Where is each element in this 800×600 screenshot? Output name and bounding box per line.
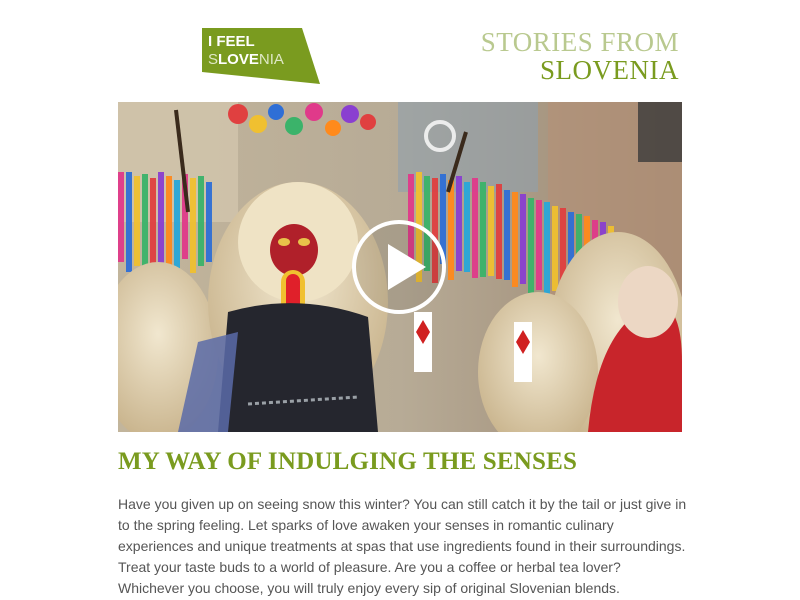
play-button[interactable]: [350, 218, 448, 316]
svg-text:SLOVENIA: SLOVENIA: [208, 51, 284, 68]
logo-line2-part3: NIA: [259, 51, 284, 68]
article-body: Have you given up on seeing snow this wi…: [118, 496, 687, 596]
title-line1: STORIES FROM: [480, 27, 679, 57]
title-line2: SLOVENIA: [540, 55, 679, 85]
logo-line2-part1: S: [208, 51, 218, 68]
stories-from-slovenia-title: STORIES FROM SLOVENIA: [481, 28, 679, 84]
logo-line1: I FEEL: [208, 33, 255, 50]
logo-line2-part2: LOVE: [218, 51, 259, 68]
i-feel-slovenia-logo[interactable]: I FEEL SLOVENIA: [202, 28, 320, 86]
play-icon: [352, 220, 446, 314]
video-thumbnail[interactable]: [118, 102, 682, 432]
article-title: MY WAY OF INDULGING THE SENSES: [118, 448, 578, 475]
